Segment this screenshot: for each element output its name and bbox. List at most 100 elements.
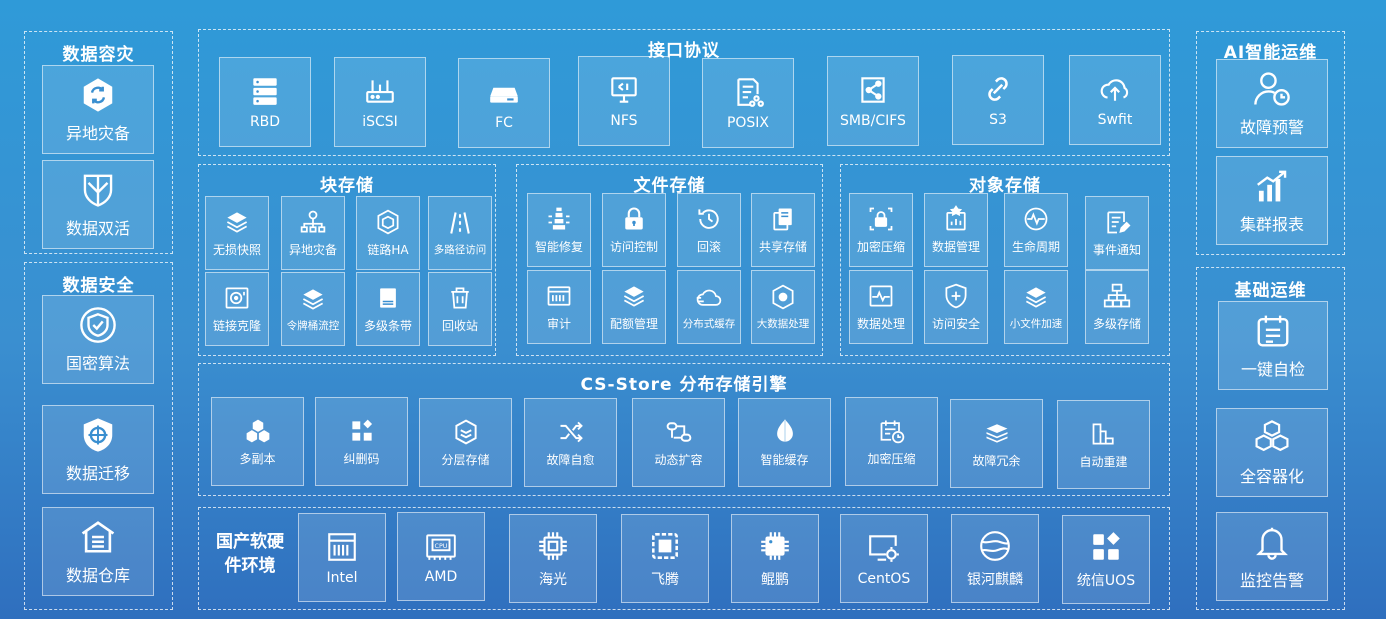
feature-tile-migration[interactable]: 数据迁移 xyxy=(42,405,154,494)
tile-label: S3 xyxy=(989,112,1007,128)
protocols-tile[interactable]: RBD xyxy=(219,57,311,147)
feature-tile-active-active[interactable]: 数据双活 xyxy=(42,160,154,249)
tile-label: 鲲鹏 xyxy=(761,571,789,588)
hierarchy-icon xyxy=(1103,282,1131,310)
block-storage-tile[interactable]: 多级条带 xyxy=(356,272,420,346)
object-storage-tile[interactable]: 访问安全 xyxy=(924,270,988,344)
protocols-tile[interactable]: Swfit xyxy=(1069,55,1161,145)
protocols-tile[interactable]: NFS xyxy=(578,56,670,146)
tile-label: 小文件加速 xyxy=(1009,318,1063,330)
object-storage-tile[interactable]: 事件通知 xyxy=(1085,196,1149,270)
hardware-tile[interactable]: 鲲鹏 xyxy=(731,514,819,603)
feature-tile-cluster-report[interactable]: 集群报表 xyxy=(1216,156,1328,245)
lock-box-icon xyxy=(867,205,895,233)
hardware-tile[interactable]: 海光 xyxy=(509,514,597,603)
file-storage-tile[interactable]: 智能修复 xyxy=(527,193,591,267)
protocols-tile[interactable]: S3 xyxy=(952,55,1044,145)
feature-tile-sm-crypto[interactable]: 国密算法 xyxy=(42,295,154,384)
shield-plus-icon xyxy=(942,282,970,310)
hardware-tile[interactable]: 飞腾 xyxy=(621,514,709,603)
hex-gear-icon xyxy=(769,283,797,311)
calendar-clock-icon xyxy=(878,417,906,445)
hardware-tile[interactable]: 银河麒麟 xyxy=(951,514,1039,603)
engine-tile[interactable]: 故障冗余 xyxy=(950,399,1043,488)
protocols-tile[interactable]: FC xyxy=(458,58,550,148)
file-storage-tile[interactable]: 访问控制 xyxy=(602,193,666,267)
file-storage-tile[interactable]: 分布式缓存 xyxy=(677,270,741,344)
shield-check-icon xyxy=(79,306,117,344)
hardware-tile[interactable]: Intel xyxy=(298,513,386,602)
protocols-tile[interactable]: POSIX xyxy=(702,58,794,148)
hex-cluster-icon xyxy=(244,417,272,445)
tile-label: 数据管理 xyxy=(931,240,980,254)
protocols-tile[interactable]: SMB/CIFS xyxy=(827,56,919,146)
panel-title: 基础运维 xyxy=(1234,281,1307,301)
globe-icon xyxy=(978,529,1012,563)
object-storage-tile[interactable]: 加密压缩 xyxy=(849,193,913,267)
router-icon xyxy=(363,74,397,108)
file-storage-tile[interactable]: 回滚 xyxy=(677,193,741,267)
block-storage-tile[interactable]: 异地灾备 xyxy=(281,196,345,270)
object-storage-tile[interactable]: 多级存储 xyxy=(1085,270,1149,344)
feature-tile-warehouse[interactable]: 数据仓库 xyxy=(42,507,154,596)
feature-tile-fault-warning[interactable]: 故障预警 xyxy=(1216,59,1328,148)
ai-ops-panel: AI智能运维 故障预警 集群报表 xyxy=(1196,31,1345,255)
object-storage-tile[interactable]: 生命周期 xyxy=(1004,193,1068,267)
tile-label: 异地灾备 xyxy=(288,243,337,257)
apps-icon xyxy=(1089,530,1123,564)
engine-tile[interactable]: 自动重建 xyxy=(1057,400,1150,489)
panel-title: 块存储 xyxy=(320,176,374,196)
hex-layers-icon xyxy=(452,418,480,446)
block-storage-tile[interactable]: 回收站 xyxy=(428,272,492,346)
copy-file-icon xyxy=(769,205,797,233)
engine-tile[interactable]: 分层存储 xyxy=(419,398,512,487)
tile-label: 集群报表 xyxy=(1239,214,1304,234)
engine-tile[interactable]: 智能缓存 xyxy=(738,398,831,487)
file-storage-tile[interactable]: 配额管理 xyxy=(602,270,666,344)
monitor-share-icon xyxy=(607,73,641,107)
layers-cloud-icon xyxy=(1022,283,1050,311)
block-storage-tile[interactable]: 多路径访问 xyxy=(428,196,492,270)
engine-tile[interactable]: 多副本 xyxy=(211,397,304,486)
tile-label: CentOS xyxy=(857,570,911,587)
tile-label: 数据迁移 xyxy=(65,463,130,483)
feature-tile-monitor-alarm[interactable]: 监控告警 xyxy=(1216,512,1328,601)
tile-label: 动态扩容 xyxy=(654,452,703,467)
tile-label: 大数据处理 xyxy=(756,318,810,330)
engine-tile[interactable]: 故障自愈 xyxy=(524,398,617,487)
feature-tile-containerized[interactable]: 全容器化 xyxy=(1216,408,1328,497)
hardware-tile[interactable]: AMD xyxy=(397,512,485,601)
block-storage-tile[interactable]: 链接克隆 xyxy=(205,272,269,346)
object-storage-tile[interactable]: 数据管理 xyxy=(924,193,988,267)
panel-title: 数据安全 xyxy=(62,276,135,296)
block-storage-tile[interactable]: 令牌桶流控 xyxy=(281,272,345,346)
tile-label: RBD xyxy=(249,114,281,130)
hardware-tile[interactable]: 统信UOS xyxy=(1062,515,1150,604)
object-storage-tile[interactable]: 小文件加速 xyxy=(1004,270,1068,344)
block-storage-tile[interactable]: 链路HA xyxy=(356,196,420,270)
tile-label: 全容器化 xyxy=(1239,466,1304,486)
tile-label: 数据处理 xyxy=(856,317,905,331)
cloud-icon xyxy=(695,283,723,311)
object-storage-tile[interactable]: 数据处理 xyxy=(849,270,913,344)
block-storage-tile[interactable]: 无损快照 xyxy=(205,196,269,270)
file-storage-tile[interactable]: 大数据处理 xyxy=(751,270,815,344)
hardware-tile[interactable]: CentOS xyxy=(840,514,928,603)
tile-label: AMD xyxy=(424,568,458,585)
basic-ops-panel: 基础运维 一键自检 全容器化 监控告警 xyxy=(1196,267,1345,610)
chip-solid-icon xyxy=(758,529,792,563)
engine-tile[interactable]: 动态扩容 xyxy=(632,398,725,487)
tile-label: 共享存储 xyxy=(758,240,807,254)
file-storage-tile[interactable]: 共享存储 xyxy=(751,193,815,267)
shuffle-icon xyxy=(557,418,585,446)
feature-tile-self-check[interactable]: 一键自检 xyxy=(1218,301,1328,390)
feature-tile-remote-dr[interactable]: 异地灾备 xyxy=(42,65,154,154)
engine-tile[interactable]: 纠删码 xyxy=(315,397,408,486)
pulse-square-icon xyxy=(867,282,895,310)
shield-target-icon xyxy=(79,416,117,454)
tile-label: 访问控制 xyxy=(609,240,658,254)
protocols-tile[interactable]: iSCSI xyxy=(334,57,426,147)
tile-label: 分层存储 xyxy=(441,452,490,467)
file-storage-tile[interactable]: 审计 xyxy=(527,270,591,344)
engine-tile[interactable]: 加密压缩 xyxy=(845,397,938,486)
